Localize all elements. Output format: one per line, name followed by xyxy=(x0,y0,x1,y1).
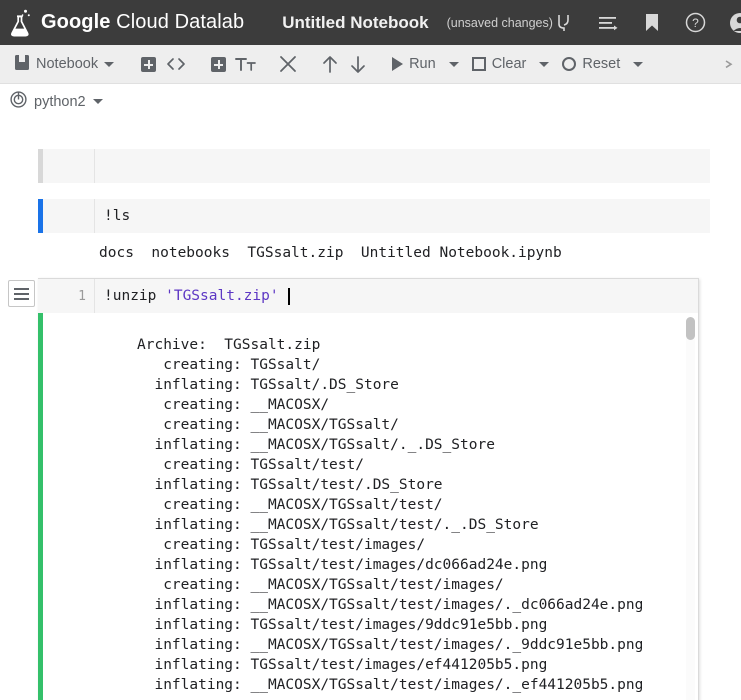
run-dropdown-button[interactable] xyxy=(442,50,466,78)
reset-dropdown-button[interactable] xyxy=(626,50,650,78)
cell-gutter-ls xyxy=(43,199,95,233)
cell-output-ls: docs notebooks TGSsalt.zip Untitled Note… xyxy=(99,245,562,261)
bookmark-icon[interactable] xyxy=(641,12,663,34)
circle-outline-icon xyxy=(562,57,577,71)
clear-label: Clear xyxy=(491,56,527,72)
kernel-icon xyxy=(10,90,27,113)
notebook-body: !ls docs notebooks TGSsalt.zip Untitled … xyxy=(0,120,741,700)
cell-menu-button[interactable] xyxy=(8,280,35,307)
cell-output-unzip: Archive: TGSsalt.zip creating: TGSsalt/ … xyxy=(137,336,644,693)
notebook-menu-button[interactable]: Notebook xyxy=(8,49,120,79)
toolbar: Notebook Run Clear Reset xyxy=(0,45,741,84)
help-icon[interactable]: ? xyxy=(685,12,707,34)
text-cursor xyxy=(287,287,290,305)
plus-square-icon xyxy=(140,56,156,72)
square-outline-icon xyxy=(471,57,486,71)
notebook-menu-label: Notebook xyxy=(36,56,99,72)
notebook-cell-unzip[interactable]: 1 !unzip 'TGSsalt.zip' Archive: TGSsalt.… xyxy=(38,278,699,700)
cell-source-command: !unzip xyxy=(104,288,166,304)
reset-label: Reset xyxy=(582,56,621,72)
run-label: Run xyxy=(409,56,436,72)
cell-source-string: 'TGSsalt.zip' xyxy=(165,288,279,304)
notebook-title[interactable]: Untitled Notebook xyxy=(282,13,428,33)
output-scrollbar-thumb[interactable] xyxy=(686,317,695,340)
add-code-cell-button[interactable] xyxy=(134,50,162,78)
brand[interactable]: Google Cloud Datalab xyxy=(8,8,244,38)
move-cell-down-button[interactable] xyxy=(344,50,372,78)
svg-text:?: ? xyxy=(693,16,700,30)
cell-input-row[interactable]: 1 !unzip 'TGSsalt.zip' xyxy=(38,279,698,313)
chevron-down-icon-clear xyxy=(539,61,550,67)
move-cell-up-button[interactable] xyxy=(316,50,344,78)
cell-output-row: Archive: TGSsalt.zip creating: TGSsalt/ … xyxy=(38,313,698,700)
chevron-down-icon-run xyxy=(448,61,459,67)
chevron-down-icon-kernel[interactable] xyxy=(92,99,103,104)
git-branch-icon[interactable] xyxy=(553,12,575,34)
play-icon xyxy=(392,57,404,71)
flask-icon xyxy=(8,8,34,38)
hamburger-line-1 xyxy=(14,287,29,290)
hamburger-line-3 xyxy=(14,297,29,300)
kernel-bar: python2 xyxy=(0,84,741,120)
output-scrollbar[interactable] xyxy=(686,317,695,700)
notebook-cell-ls[interactable]: !ls xyxy=(38,199,710,233)
app-header: Google Cloud Datalab Untitled Notebook (… xyxy=(0,0,741,45)
cell-editor-unzip[interactable]: !unzip 'TGSsalt.zip' xyxy=(95,279,698,313)
cell-editor-ls[interactable]: !ls xyxy=(95,199,710,233)
hamburger-line-2 xyxy=(14,292,29,295)
chevron-down-icon xyxy=(104,61,115,67)
reset-button[interactable]: Reset xyxy=(556,49,626,79)
text-format-icon[interactable] xyxy=(232,50,260,78)
account-icon[interactable] xyxy=(729,12,741,34)
plus-square-icon-2 xyxy=(210,56,226,72)
cell-gutter xyxy=(43,149,95,183)
clear-button[interactable]: Clear xyxy=(466,49,533,79)
notebook-cell-unzip-wrapper: 1 !unzip 'TGSsalt.zip' Archive: TGSsalt.… xyxy=(0,278,741,700)
notebook-icon xyxy=(14,54,30,75)
notebook-cell-empty[interactable] xyxy=(38,149,710,183)
brand-rest: Cloud Datalab xyxy=(110,11,245,33)
run-button[interactable]: Run xyxy=(386,49,442,79)
toolbar-overflow-button[interactable] xyxy=(719,50,739,78)
brand-bold: Google xyxy=(41,11,111,33)
save-status: (unsaved changes) xyxy=(446,15,553,30)
cell-editor[interactable] xyxy=(95,149,710,183)
add-text-cell-button[interactable] xyxy=(204,50,232,78)
clear-dropdown-button[interactable] xyxy=(532,50,556,78)
kernel-name[interactable]: python2 xyxy=(34,94,86,110)
chevron-down-icon-reset xyxy=(633,61,644,67)
header-actions: ? xyxy=(553,12,741,34)
delete-cell-button[interactable] xyxy=(274,50,302,78)
cell-output-scroll-area[interactable]: Archive: TGSsalt.zip creating: TGSsalt/ … xyxy=(43,313,698,700)
cell-line-number: 1 xyxy=(43,279,95,313)
code-brackets-icon[interactable] xyxy=(162,50,190,78)
toc-icon[interactable] xyxy=(597,12,619,34)
cell-source-ls: !ls xyxy=(104,208,131,224)
brand-text: Google Cloud Datalab xyxy=(41,11,244,34)
